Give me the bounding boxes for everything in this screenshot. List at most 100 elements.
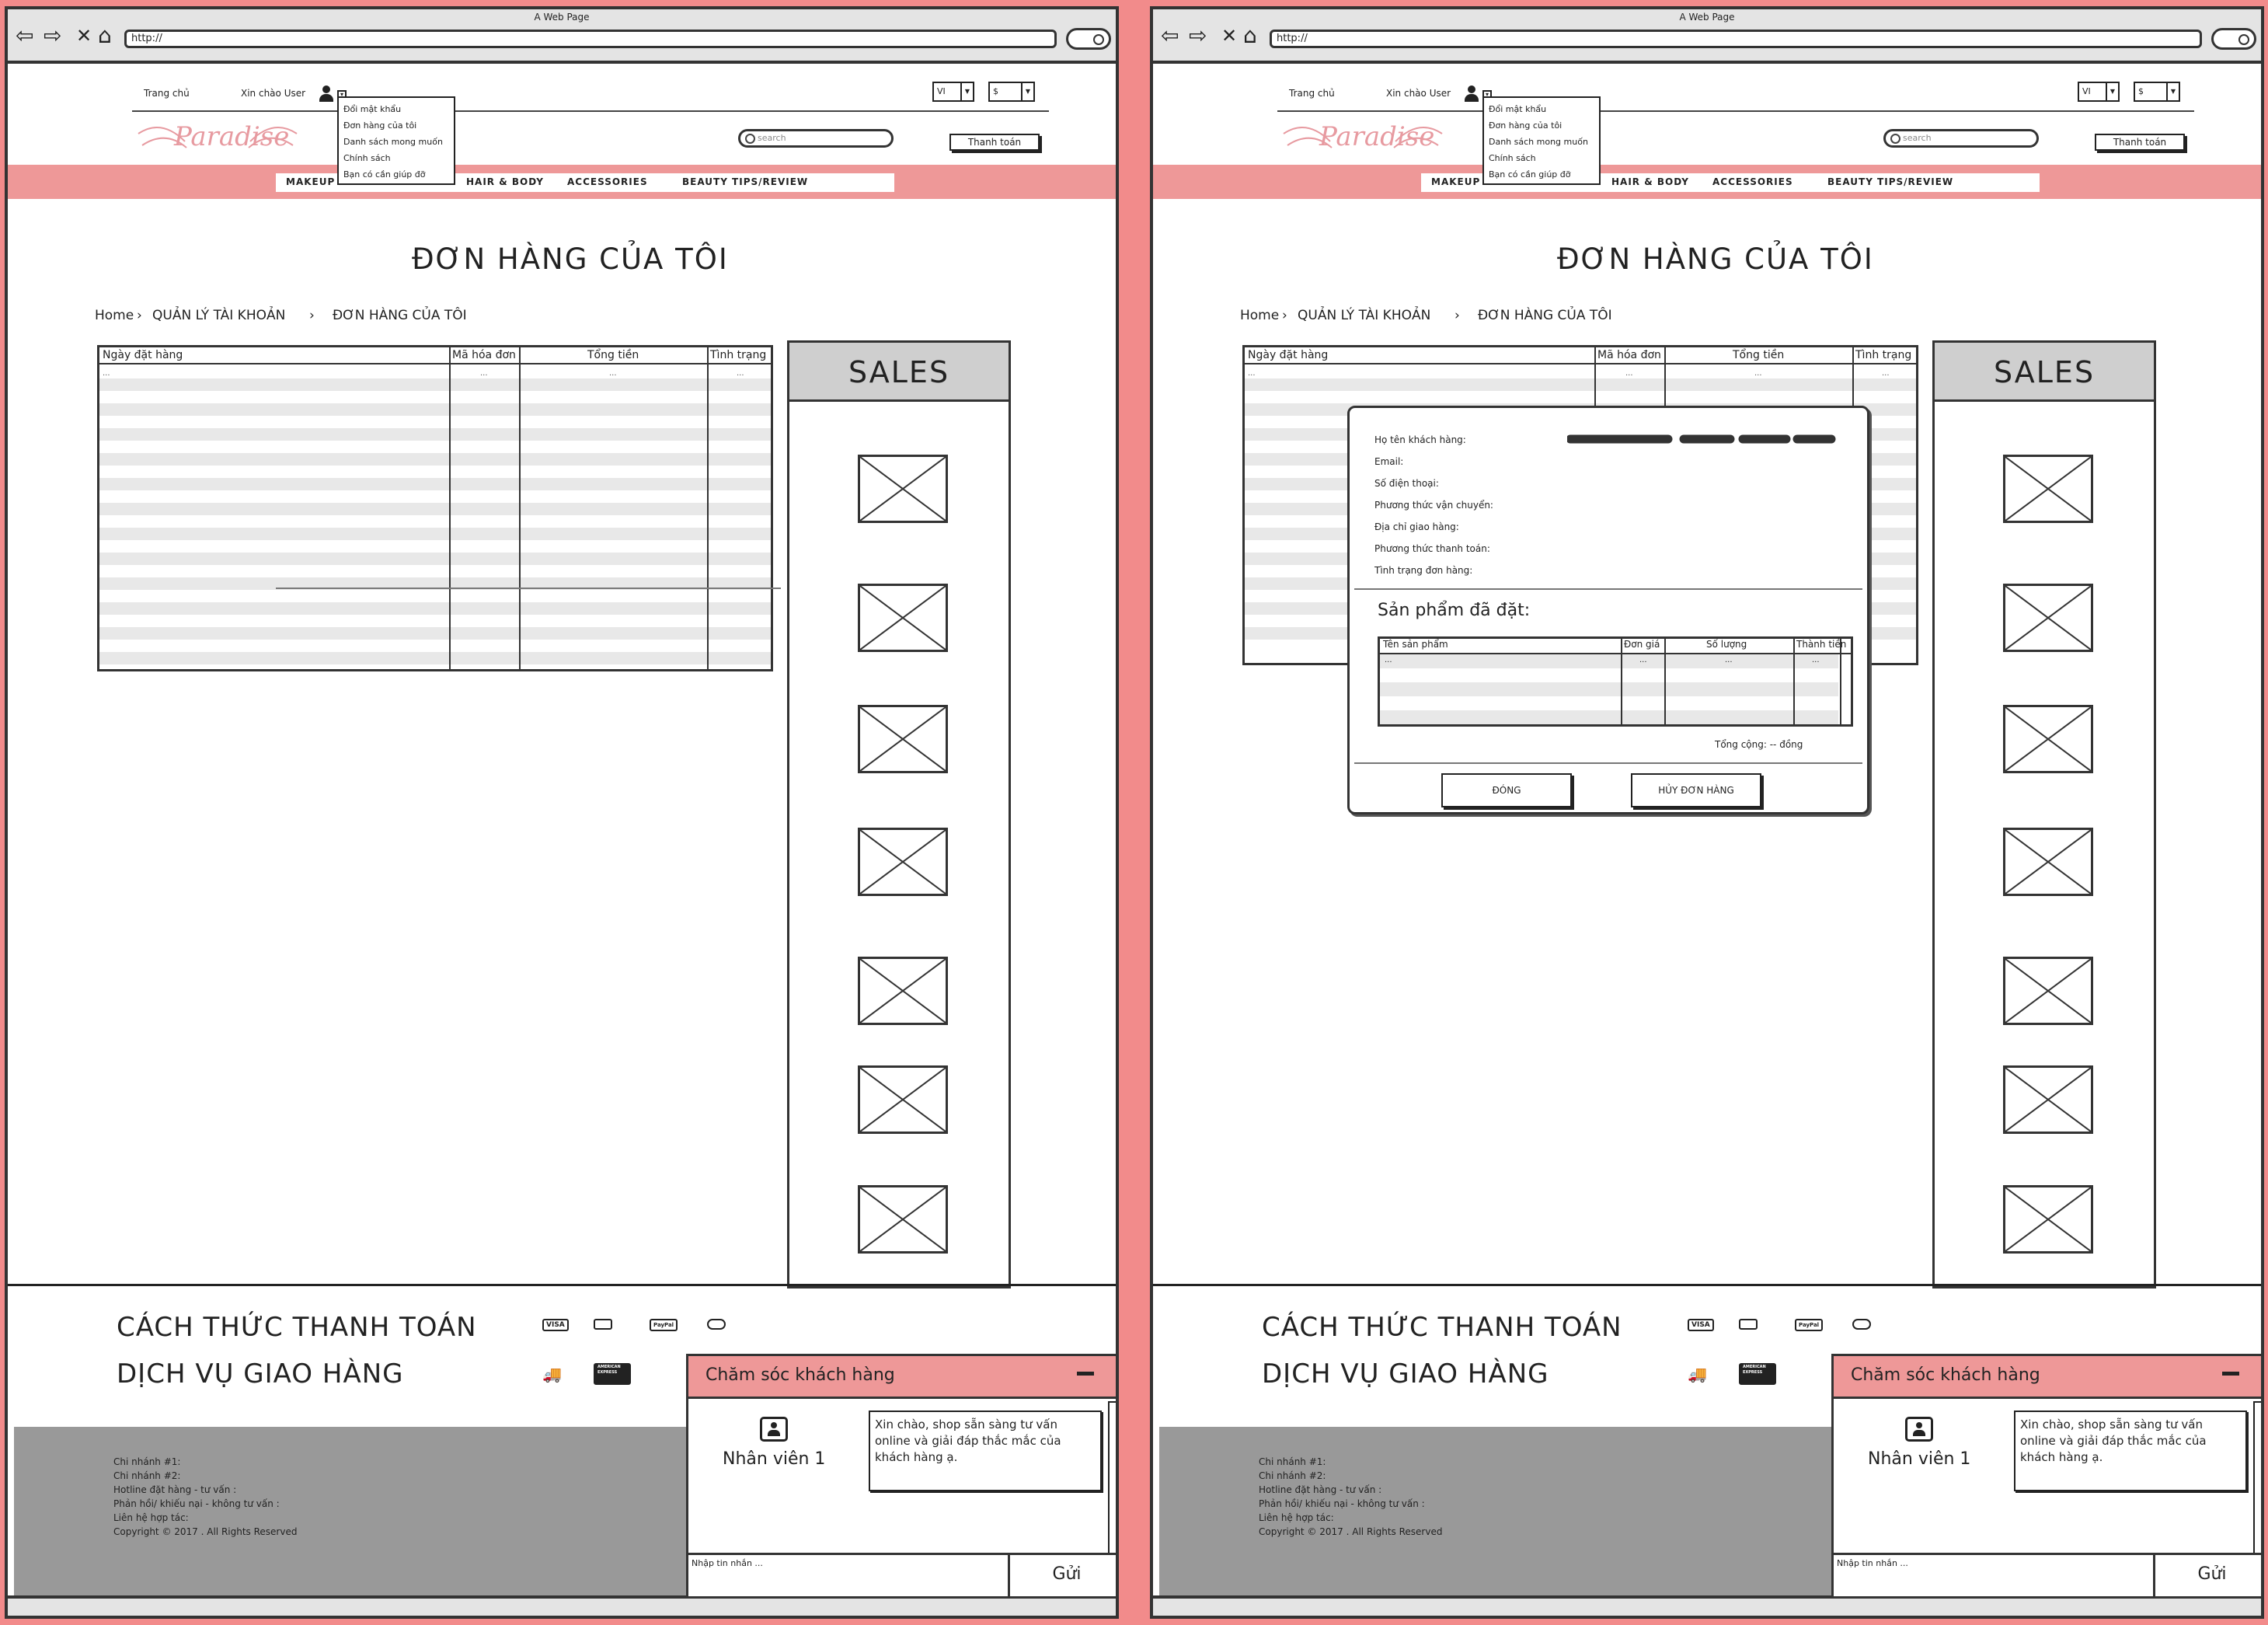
search-placeholder: search — [758, 133, 786, 143]
sale-image-placeholder[interactable] — [858, 1185, 948, 1254]
sale-image-placeholder[interactable] — [858, 1065, 948, 1134]
close-popup-button[interactable]: ĐÓNG — [1441, 773, 1572, 807]
home-icon[interactable]: ⌂ — [1243, 25, 1257, 47]
forward-icon[interactable]: ⇨ — [44, 25, 61, 47]
address-bar[interactable]: http:// — [1270, 30, 2202, 48]
nav-makeup[interactable]: MAKEUP — [1431, 176, 1480, 187]
cell-value: ... — [1385, 656, 1392, 664]
sale-image-placeholder[interactable] — [858, 828, 948, 896]
language-select[interactable]: VI ▼ — [2078, 82, 2120, 102]
table-row[interactable] — [99, 428, 771, 441]
search-input[interactable]: search — [1883, 129, 2039, 148]
cancel-order-button[interactable]: HỦY ĐƠN HÀNG — [1631, 773, 1761, 807]
breadcrumb-home[interactable]: Home — [95, 308, 134, 323]
col-order-date: Ngày đặt hàng — [1248, 349, 1329, 361]
chat-send-button[interactable]: Gửi — [1010, 1553, 1116, 1596]
table-row[interactable] — [1380, 654, 1838, 668]
breadcrumb-account[interactable]: QUẢN LÝ TÀI KHOẢN — [152, 308, 285, 323]
table-row[interactable] — [1380, 710, 1838, 724]
paradise-logo[interactable]: Paradise — [131, 110, 305, 165]
back-icon[interactable]: ⇦ — [16, 25, 33, 47]
forward-icon[interactable]: ⇨ — [1189, 25, 1207, 47]
chat-scrollbar[interactable] — [2253, 1401, 2261, 1555]
sale-image-placeholder[interactable] — [2003, 455, 2093, 523]
home-link[interactable]: Trang chủ — [144, 88, 190, 99]
home-icon[interactable]: ⌂ — [98, 25, 112, 47]
close-icon[interactable]: ✕ — [1221, 25, 1237, 47]
chat-send-button[interactable]: Gửi — [2155, 1553, 2261, 1596]
table-row[interactable] — [1380, 682, 1838, 696]
browser-search-icon[interactable] — [1066, 28, 1111, 50]
currency-select[interactable]: $ ▼ — [2134, 82, 2180, 102]
paradise-logo[interactable]: Paradise — [1276, 110, 1450, 165]
menu-policy[interactable]: Chính sách — [343, 150, 449, 166]
chat-scrollbar[interactable] — [1108, 1401, 1116, 1555]
table-row[interactable] — [99, 403, 771, 416]
checkout-button[interactable]: Thanh toán — [2095, 134, 2185, 151]
language-value: VI — [937, 86, 946, 96]
nav-beauty-tips[interactable]: BEAUTY TIPS/REVIEW — [682, 176, 808, 187]
sale-image-placeholder[interactable] — [858, 455, 948, 523]
checkout-button[interactable]: Thanh toán — [949, 134, 1040, 151]
menu-help[interactable]: Bạn có cần giúp đỡ — [1489, 166, 1594, 183]
sale-image-placeholder[interactable] — [2003, 1065, 2093, 1134]
chevron-right-icon: › — [1455, 308, 1460, 323]
sale-image-placeholder[interactable] — [2003, 1185, 2093, 1254]
sale-image-placeholder[interactable] — [2003, 705, 2093, 773]
menu-my-orders[interactable]: Đơn hàng của tôi — [343, 117, 449, 134]
table-row[interactable] — [1245, 378, 1916, 391]
user-icon[interactable] — [319, 85, 334, 103]
chat-input[interactable]: Nhập tin nhắn ... — [688, 1553, 1010, 1596]
table-row[interactable] — [99, 627, 771, 640]
menu-help[interactable]: Bạn có cần giúp đỡ — [343, 166, 449, 183]
back-icon[interactable]: ⇦ — [1161, 25, 1179, 47]
products-scrollbar[interactable] — [1840, 639, 1851, 724]
breadcrumb-home[interactable]: Home — [1240, 308, 1279, 323]
sale-image-placeholder[interactable] — [2003, 584, 2093, 652]
address-bar[interactable]: http:// — [124, 30, 1057, 48]
nav-beauty-tips[interactable]: BEAUTY TIPS/REVIEW — [1827, 176, 1953, 187]
browser-search-icon[interactable] — [2211, 28, 2256, 50]
menu-wishlist[interactable]: Danh sách mong muốn — [1489, 134, 1594, 150]
menu-my-orders[interactable]: Đơn hàng của tôi — [1489, 117, 1594, 134]
sale-image-placeholder[interactable] — [858, 957, 948, 1025]
close-icon[interactable]: ✕ — [76, 25, 92, 47]
chat-input[interactable]: Nhập tin nhắn ... — [1834, 1553, 2155, 1596]
table-row[interactable] — [99, 528, 771, 540]
search-input[interactable]: search — [738, 129, 894, 148]
nav-makeup[interactable]: MAKEUP — [286, 176, 335, 187]
menu-policy[interactable]: Chính sách — [1489, 150, 1594, 166]
sale-image-placeholder[interactable] — [2003, 828, 2093, 896]
table-row[interactable] — [99, 378, 771, 391]
sale-image-placeholder[interactable] — [858, 584, 948, 652]
col-status: Tình trạng — [1855, 349, 1912, 361]
table-row[interactable] — [99, 553, 771, 565]
language-select[interactable]: VI ▼ — [932, 82, 974, 102]
menu-change-password[interactable]: Đổi mật khẩu — [1489, 101, 1594, 117]
menu-wishlist[interactable]: Danh sách mong muốn — [343, 134, 449, 150]
window-title: A Web Page — [534, 12, 590, 23]
table-header-line — [1380, 653, 1851, 654]
nav-accessories[interactable]: ACCESSORIES — [1712, 176, 1793, 187]
ordered-products-table: Tên sản phẩm Đơn giá Số lượng Thành tiền… — [1378, 636, 1853, 727]
home-link[interactable]: Trang chủ — [1289, 88, 1335, 99]
table-row[interactable] — [99, 602, 771, 615]
currency-select[interactable]: $ ▼ — [988, 82, 1035, 102]
nav-accessories[interactable]: ACCESSORIES — [567, 176, 648, 187]
minimize-icon[interactable] — [1077, 1372, 1094, 1376]
breadcrumb-account[interactable]: QUẢN LÝ TÀI KHOẢN — [1298, 308, 1430, 323]
nav-hair-body[interactable]: HAIR & BODY — [466, 176, 544, 187]
sale-image-placeholder[interactable] — [2003, 957, 2093, 1025]
nav-hair-body[interactable]: HAIR & BODY — [1611, 176, 1689, 187]
table-row[interactable] — [99, 478, 771, 490]
user-icon[interactable] — [1464, 85, 1479, 103]
minimize-icon[interactable] — [2222, 1372, 2239, 1376]
browser-window-orders: A Web Page ⇦ ⇨ ✕ ⌂ http:// Trang chủ Xin… — [5, 6, 1119, 1619]
menu-change-password[interactable]: Đổi mật khẩu — [343, 101, 449, 117]
table-row[interactable] — [99, 453, 771, 466]
sale-image-placeholder[interactable] — [858, 705, 948, 773]
orders-table: Ngày đặt hàng Mã hóa đơn Tổng tiền Tình … — [97, 345, 773, 671]
shipping-services-title: DỊCH VỤ GIAO HÀNG — [1262, 1358, 1549, 1390]
table-row[interactable] — [99, 652, 771, 664]
table-row[interactable] — [99, 503, 771, 515]
